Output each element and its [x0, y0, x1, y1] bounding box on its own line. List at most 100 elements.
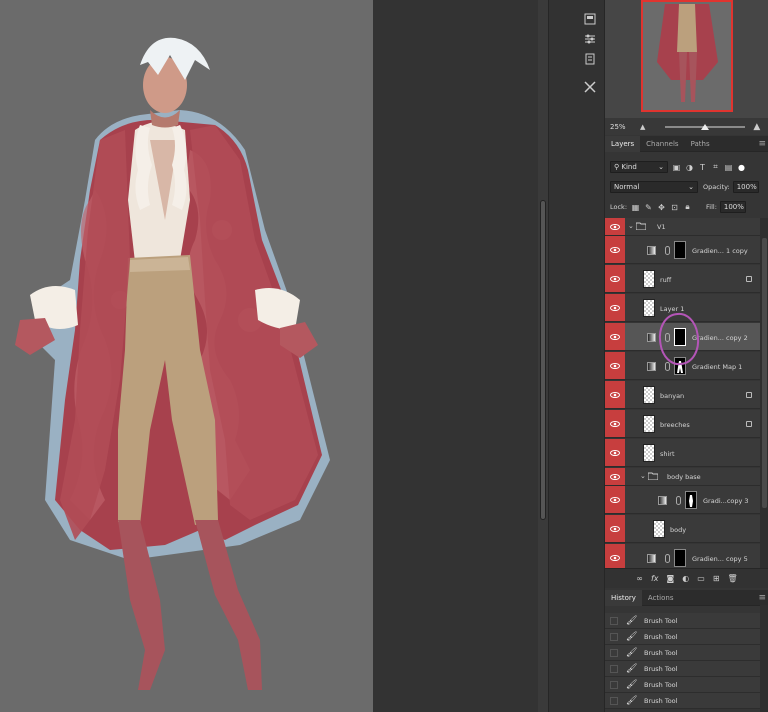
adjustments-icon[interactable] [581, 30, 599, 48]
visibility-eye-icon[interactable] [605, 236, 625, 263]
layer-row[interactable]: banyan [605, 381, 760, 409]
tab-channels[interactable]: Channels [640, 136, 684, 152]
chain-link-icon[interactable] [665, 554, 670, 563]
link-icon[interactable]: ∞ [636, 574, 643, 583]
layer-name: Gradi...copy 3 [703, 497, 749, 505]
layer-row-v1[interactable]: ⌄ V1 [605, 218, 760, 236]
visibility-eye-icon[interactable] [605, 410, 625, 437]
visibility-eye-icon[interactable] [605, 218, 625, 235]
history-item[interactable]: 🖌︎ Brush Tool [605, 613, 760, 629]
layer-row[interactable]: ruff [605, 265, 760, 293]
filter-smart-icon[interactable]: ▤ [724, 163, 733, 172]
zoom-in-icon[interactable]: ▲ [753, 122, 760, 132]
fx-icon[interactable]: fx [651, 574, 659, 583]
character-painting [15, 37, 330, 690]
tab-paths[interactable]: Paths [685, 136, 716, 152]
zoom-slider[interactable] [665, 123, 746, 130]
tools-icon[interactable] [581, 78, 599, 96]
panel-menu-icon[interactable]: ≡ [758, 593, 766, 603]
canvas-vertical-scrollbar[interactable] [538, 0, 548, 712]
new-layer-icon[interactable]: ⊞ [713, 574, 720, 583]
layer-name: V1 [657, 223, 666, 231]
snapshot-checkbox[interactable] [610, 632, 618, 641]
layers-list[interactable]: ⌄ V1 Gradien... 1 copy ruff Layer 1 Grad… [605, 218, 768, 568]
photoshop-window: 25% ▲ ▲ Layers Channels Paths ≡ ⚲ Kind ⌄ … [0, 0, 768, 712]
history-item[interactable]: 🖌︎ Brush Tool [605, 661, 760, 677]
adjustment-icon[interactable]: ◐ [682, 574, 689, 583]
history-item[interactable]: 🖌︎ Brush Tool [605, 693, 760, 709]
lock-label: Lock: [610, 203, 628, 211]
lock-position-icon[interactable]: ✥ [657, 203, 666, 212]
layer-mask-thumbnail[interactable] [685, 491, 697, 509]
snapshot-checkbox[interactable] [610, 696, 618, 705]
snapshot-checkbox[interactable] [610, 616, 618, 625]
lock-paint-icon[interactable]: ✎ [644, 203, 653, 212]
tab-layers[interactable]: Layers [605, 135, 641, 152]
zoom-out-icon[interactable]: ▲ [640, 123, 645, 131]
history-list[interactable]: 🖌︎ Brush Tool 🖌︎ Brush Tool 🖌︎ Brush Tool 🖌… [605, 605, 768, 712]
layer-row[interactable]: Gradi...copy 3 [605, 486, 760, 514]
visibility-eye-icon[interactable] [605, 381, 625, 408]
filter-type-icon[interactable]: T [698, 163, 707, 172]
history-scrollbar[interactable] [760, 605, 768, 712]
navigator-view-frame[interactable] [641, 0, 733, 112]
scroll-thumb[interactable] [540, 200, 546, 520]
snapshot-checkbox[interactable] [610, 664, 618, 673]
navigator-preview[interactable] [605, 0, 768, 118]
history-item[interactable]: 🖌︎ Brush Tool [605, 629, 760, 645]
chevron-down-icon[interactable]: ⌄ [640, 472, 646, 480]
panel-menu-icon[interactable]: ≡ [758, 139, 766, 149]
layers-scroll-thumb[interactable] [762, 238, 767, 508]
filter-shape-icon[interactable]: ⌗ [711, 162, 720, 172]
snapshot-checkbox[interactable] [610, 648, 618, 657]
fill-field[interactable]: 100% [719, 201, 746, 213]
lock-transparency-icon[interactable]: ▦ [631, 203, 640, 212]
visibility-eye-icon[interactable] [605, 515, 625, 542]
visibility-eye-icon[interactable] [605, 439, 625, 466]
history-item-label: Brush Tool [644, 648, 678, 657]
notes-icon[interactable] [581, 50, 599, 68]
filter-pixel-icon[interactable]: ▣ [672, 163, 681, 172]
visibility-eye-icon[interactable] [605, 352, 625, 379]
layer-thumbnail [643, 270, 655, 288]
chain-link-icon[interactable] [665, 362, 670, 371]
visibility-eye-icon[interactable] [605, 265, 625, 292]
visibility-eye-icon[interactable] [605, 486, 625, 513]
visibility-eye-icon[interactable] [605, 294, 625, 321]
filter-adjustment-icon[interactable]: ◑ [685, 163, 694, 172]
layer-mask-thumbnail[interactable] [674, 241, 686, 259]
history-item[interactable]: 🖌︎ Brush Tool [605, 677, 760, 693]
visibility-eye-icon[interactable] [605, 544, 625, 568]
visibility-eye-icon[interactable] [605, 468, 625, 485]
lock-all-icon[interactable]: 🔒︎ [683, 202, 692, 212]
tab-actions[interactable]: Actions [642, 590, 680, 606]
snapshot-checkbox[interactable] [610, 680, 618, 689]
layer-row[interactable]: Gradien... copy 5 [605, 544, 760, 568]
layer-row[interactable]: shirt [605, 439, 760, 467]
trash-icon[interactable]: 🗑︎ [728, 574, 738, 583]
chevron-down-icon[interactable]: ⌄ [628, 222, 634, 230]
zoom-slider-knob[interactable] [701, 123, 710, 130]
tab-history[interactable]: History [605, 589, 642, 606]
document-canvas[interactable] [0, 0, 373, 712]
layer-row[interactable]: body [605, 515, 760, 543]
folder-icon[interactable]: ▭ [697, 574, 705, 583]
visibility-eye-icon[interactable] [605, 323, 625, 350]
blend-mode-select[interactable]: Normal ⌄ [610, 181, 698, 193]
filter-kind-select[interactable]: ⚲ Kind ⌄ [610, 161, 668, 173]
history-item[interactable]: 🖌︎ Brush Tool [605, 645, 760, 661]
layer-row-body-base[interactable]: ⌄ body base [605, 468, 760, 486]
opacity-field[interactable]: 100% [732, 181, 759, 193]
layers-scrollbar[interactable] [760, 218, 768, 568]
mask-icon[interactable]: ◙ [667, 574, 675, 583]
lock-artboard-icon[interactable]: ⊡ [670, 203, 679, 212]
chain-link-icon[interactable] [665, 246, 670, 255]
zoom-percent[interactable]: 25% [610, 123, 640, 131]
layer-mask-thumbnail[interactable] [674, 549, 686, 567]
filter-toggle-icon[interactable]: ● [737, 163, 746, 172]
libraries-icon[interactable] [581, 10, 599, 28]
chain-link-icon[interactable] [676, 496, 681, 505]
layer-row[interactable]: Gradien... 1 copy [605, 236, 760, 264]
history-tabbar: History Actions ≡ [605, 589, 768, 606]
layer-row[interactable]: breeches [605, 410, 760, 438]
